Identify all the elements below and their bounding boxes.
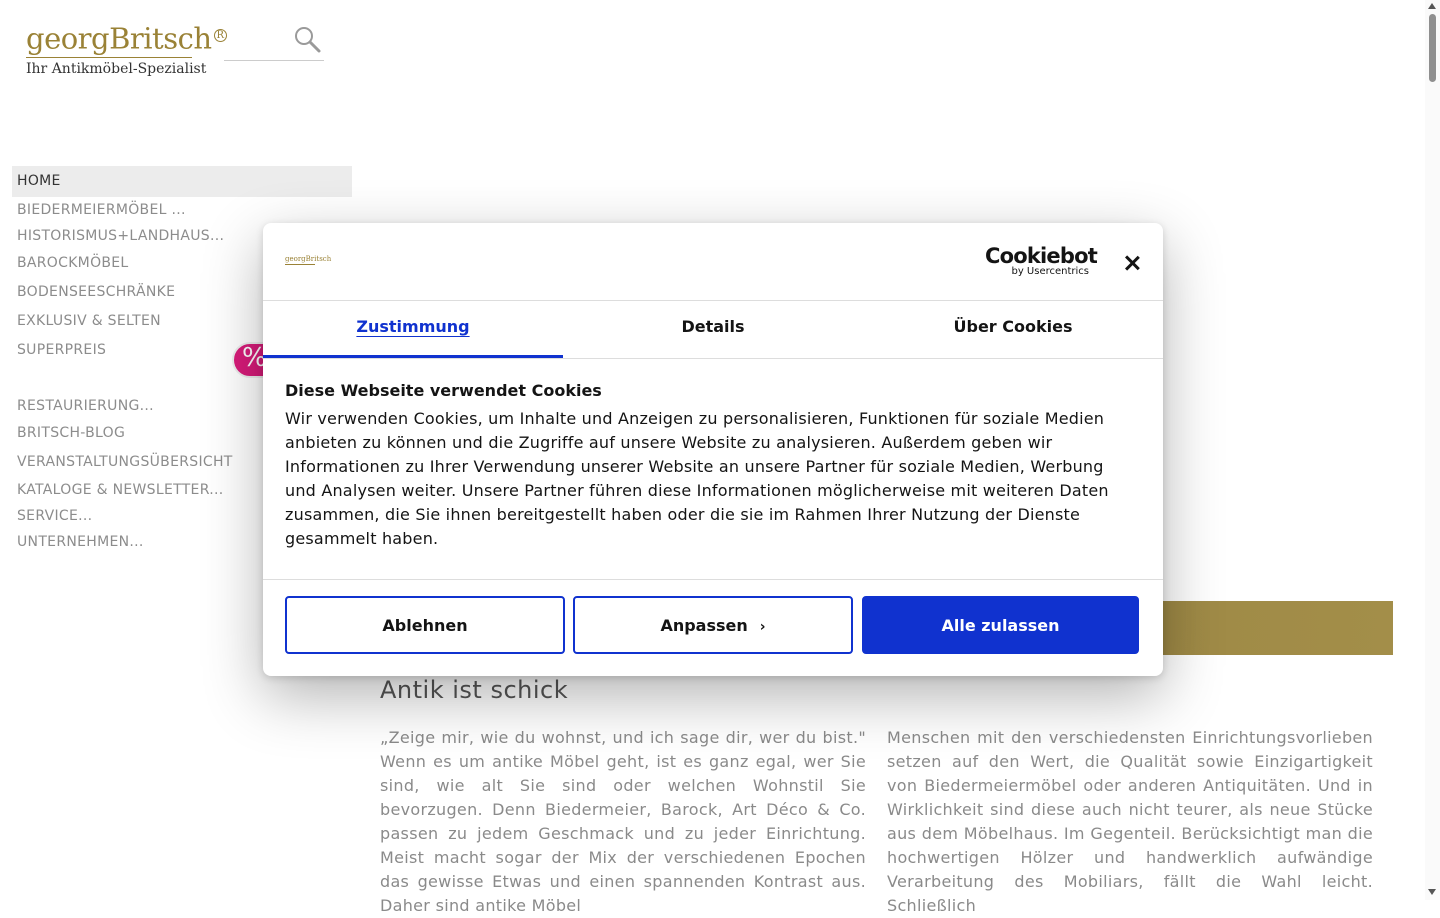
tab-ueber-cookies[interactable]: Über Cookies — [863, 301, 1163, 358]
close-icon[interactable] — [1119, 250, 1145, 276]
tab-zustimmung[interactable]: Zustimmung — [263, 301, 563, 358]
customize-button-label: Anpassen — [660, 615, 748, 635]
dialog-description: Wir verwenden Cookies, um Inhalte und An… — [285, 409, 1109, 548]
cookie-consent-dialog: georgBritsch Cookiebot by Usercentrics Z… — [263, 223, 1163, 676]
customize-button[interactable]: Anpassen › — [573, 596, 853, 654]
nav-item-home[interactable]: HOME — [12, 166, 352, 197]
tab-details[interactable]: Details — [563, 301, 863, 358]
dialog-body: Diese Webseite verwendet Cookies Wir ver… — [285, 381, 1135, 551]
scroll-up-arrow-icon[interactable] — [1428, 3, 1436, 9]
search-icon[interactable] — [292, 24, 322, 54]
allow-all-button[interactable]: Alle zulassen — [862, 596, 1139, 654]
chevron-right-icon: › — [759, 618, 766, 635]
page-headline: Antik ist schick — [380, 676, 569, 704]
dialog-tabs: Zustimmung Details Über Cookies — [263, 301, 1163, 359]
dialog-title: Diese Webseite verwendet Cookies — [285, 381, 602, 400]
intro-text-left: „Zeige mir, wie du wohnst, und ich sage … — [380, 728, 866, 915]
cookiebot-logo: Cookiebot by Usercentrics — [985, 244, 1098, 277]
site-mini-logo: georgBritsch — [285, 255, 332, 265]
decline-button[interactable]: Ablehnen — [285, 596, 565, 654]
cookiebot-wordmark: Cookiebot — [985, 244, 1098, 268]
intro-text-right: Menschen mit den verschiedensten Einrich… — [887, 728, 1373, 915]
page-scrollbar[interactable] — [1425, 0, 1440, 900]
dialog-header: georgBritsch Cookiebot by Usercentrics — [263, 223, 1163, 301]
scroll-down-arrow-icon[interactable] — [1428, 889, 1436, 895]
site-logo[interactable]: georgBritsch R Ihr Antikmöbel-Spezialist — [26, 18, 227, 77]
logo-divider — [26, 56, 192, 58]
dialog-footer: Ablehnen Anpassen › Alle zulassen — [263, 579, 1163, 676]
logo-wordmark: georgBritsch — [26, 21, 212, 56]
search-input[interactable] — [224, 22, 324, 61]
scroll-thumb[interactable] — [1429, 14, 1436, 82]
nav-item-biedermeier[interactable]: BIEDERMEIERMÖBEL ... — [12, 202, 352, 218]
logo-tagline: Ihr Antikmöbel-Spezialist — [26, 60, 207, 77]
